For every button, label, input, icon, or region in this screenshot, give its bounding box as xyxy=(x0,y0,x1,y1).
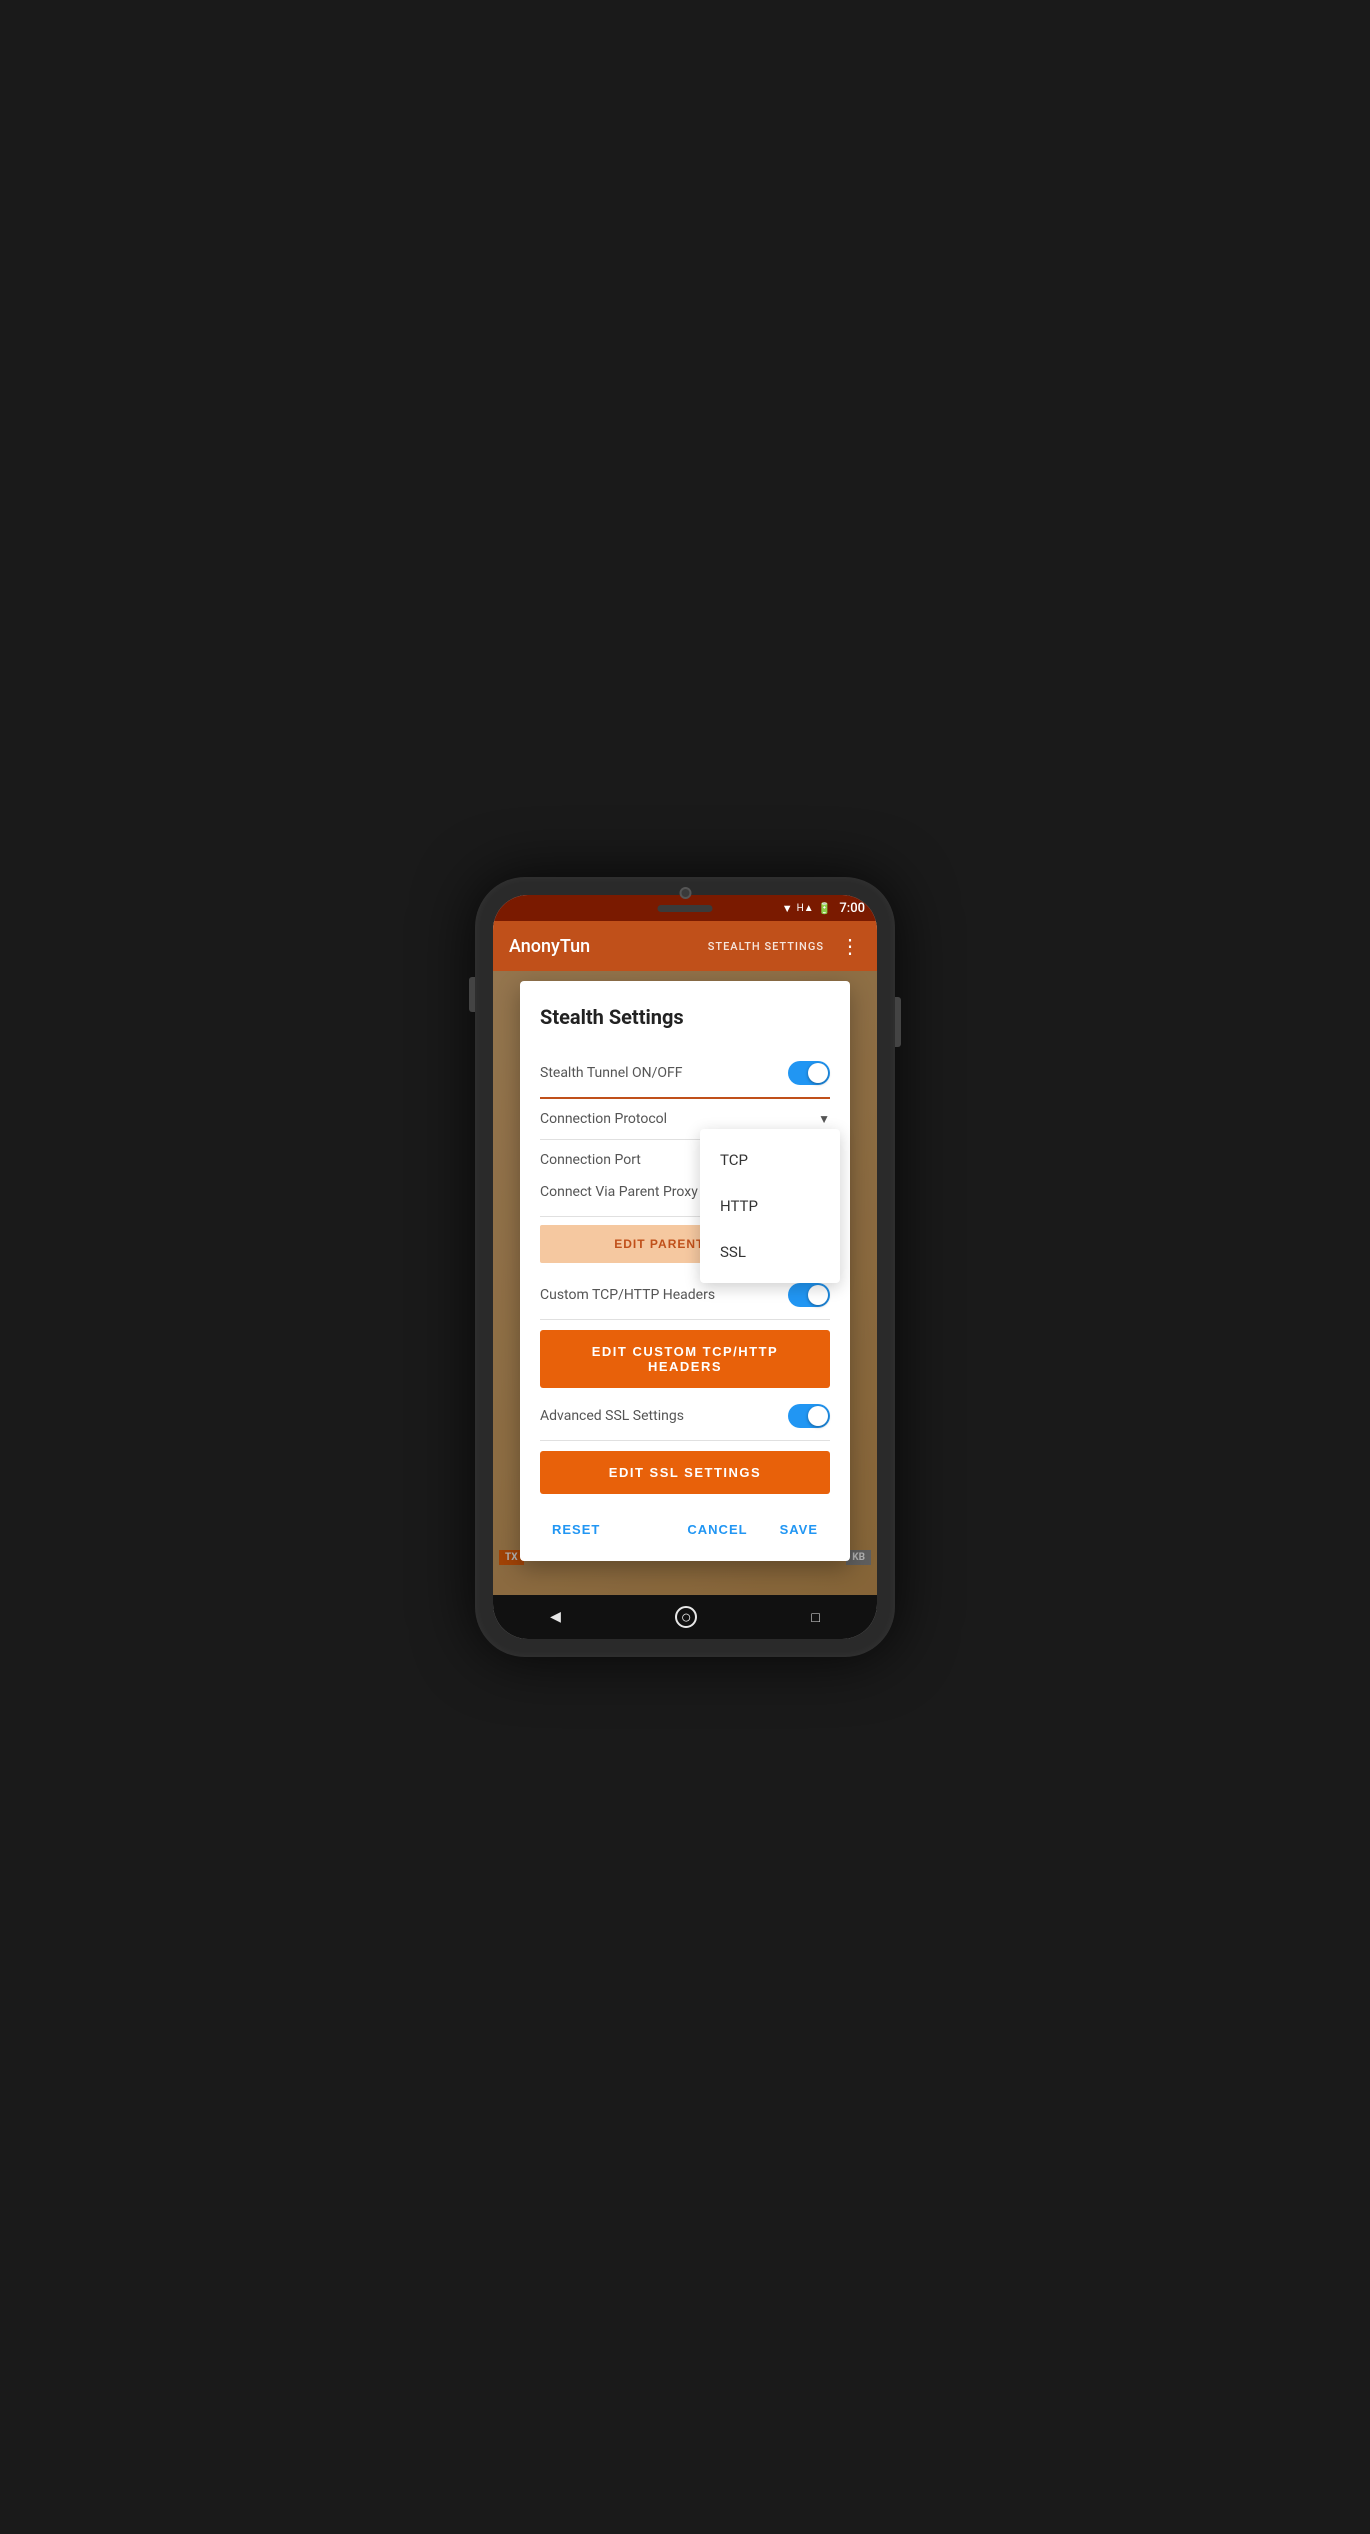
connection-port-label: Connection Port xyxy=(540,1152,641,1168)
protocol-option-http[interactable]: HTTP xyxy=(700,1183,840,1229)
app-bar: AnonyTun STEALTH SETTINGS ⋮ xyxy=(493,921,877,971)
toggle-knob xyxy=(808,1063,828,1083)
signal-icon: H▲ xyxy=(797,903,814,914)
background-content: TX KB Stealth Settings Stealth Tunnel ON… xyxy=(493,971,877,1595)
advanced-ssl-label: Advanced SSL Settings xyxy=(540,1408,684,1424)
protocol-dropdown-menu: TCP HTTP SSL xyxy=(700,1129,840,1283)
save-button[interactable]: SAVE xyxy=(768,1514,830,1545)
app-bar-action-label: STEALTH SETTINGS xyxy=(708,940,824,953)
power-button xyxy=(469,977,475,1012)
reset-button[interactable]: RESET xyxy=(540,1514,612,1545)
advanced-ssl-row: Advanced SSL Settings xyxy=(540,1392,830,1441)
wifi-icon: ▼ xyxy=(782,902,793,915)
connection-protocol-row: Connection Protocol ▼ TCP HTTP SSL xyxy=(540,1099,830,1140)
advanced-ssl-toggle[interactable] xyxy=(788,1404,830,1428)
app-title: AnonyTun xyxy=(509,936,708,957)
custom-tcp-label: Custom TCP/HTTP Headers xyxy=(540,1287,715,1303)
stealth-tunnel-row: Stealth Tunnel ON/OFF xyxy=(540,1049,830,1099)
nav-home-button[interactable]: ○ xyxy=(675,1606,697,1628)
stealth-settings-dialog: Stealth Settings Stealth Tunnel ON/OFF C… xyxy=(520,981,850,1561)
nav-bar: ◀ ○ □ xyxy=(493,1595,877,1639)
dialog-actions: RESET CANCEL SAVE xyxy=(540,1498,830,1545)
app-bar-menu-icon[interactable]: ⋮ xyxy=(840,934,861,958)
dialog-overlay: Stealth Settings Stealth Tunnel ON/OFF C… xyxy=(493,971,877,1595)
edit-ssl-settings-button[interactable]: EDIT SSL SETTINGS xyxy=(540,1451,830,1494)
cancel-button[interactable]: CANCEL xyxy=(675,1514,759,1545)
dropdown-arrow-icon: ▼ xyxy=(818,1112,830,1126)
toggle-knob-ssl xyxy=(808,1406,828,1426)
nav-recent-button[interactable]: □ xyxy=(811,1609,819,1626)
phone-screen: ▼ H▲ 🔋 7:00 AnonyTun STEALTH SETTINGS ⋮ … xyxy=(493,895,877,1639)
battery-icon: 🔋 xyxy=(818,902,832,915)
protocol-option-ssl[interactable]: SSL xyxy=(700,1229,840,1275)
connection-protocol-label: Connection Protocol xyxy=(540,1111,667,1127)
stealth-tunnel-toggle[interactable] xyxy=(788,1061,830,1085)
nav-back-button[interactable]: ◀ xyxy=(550,1609,561,1625)
stealth-tunnel-label: Stealth Tunnel ON/OFF xyxy=(540,1065,683,1081)
toggle-knob-tcp xyxy=(808,1285,828,1305)
speaker xyxy=(658,905,713,912)
status-icons: ▼ H▲ 🔋 7:00 xyxy=(782,901,865,916)
dialog-title: Stealth Settings xyxy=(540,1005,830,1029)
parent-proxy-label: Connect Via Parent Proxy xyxy=(540,1184,698,1200)
volume-button xyxy=(895,997,901,1047)
protocol-dropdown-trigger[interactable]: ▼ xyxy=(818,1112,830,1126)
protocol-option-tcp[interactable]: TCP xyxy=(700,1137,840,1183)
camera xyxy=(679,887,691,899)
custom-tcp-toggle[interactable] xyxy=(788,1283,830,1307)
status-time: 7:00 xyxy=(839,901,865,916)
edit-custom-tcp-button[interactable]: EDIT CUSTOM TCP/HTTP HEADERS xyxy=(540,1330,830,1388)
phone-frame: ▼ H▲ 🔋 7:00 AnonyTun STEALTH SETTINGS ⋮ … xyxy=(475,877,895,1657)
